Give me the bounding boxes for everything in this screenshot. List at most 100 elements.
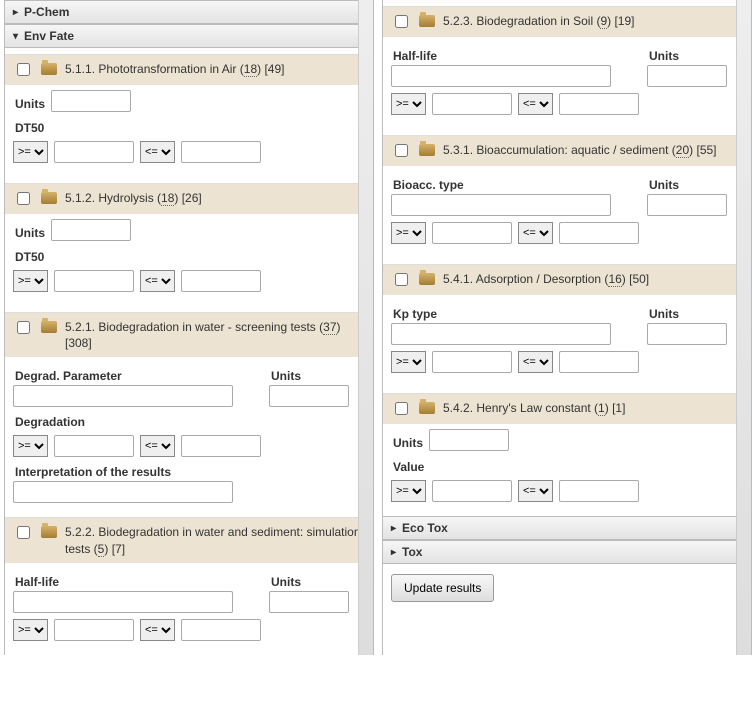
- section-531-link[interactable]: 20: [676, 143, 689, 158]
- s522-units-input[interactable]: [269, 591, 349, 613]
- section-542-link[interactable]: 1: [598, 401, 605, 416]
- s521-interp-input[interactable]: [13, 481, 233, 503]
- section-523-header: 5.2.3. Biodegradation in Soil (9) [19]: [383, 6, 751, 37]
- s541-val1[interactable]: [432, 351, 512, 373]
- s542-op2[interactable]: <=: [518, 480, 553, 502]
- s531-val2[interactable]: [559, 222, 639, 244]
- s541-val2[interactable]: [559, 351, 639, 373]
- section-511-link[interactable]: 18: [244, 62, 257, 77]
- s512-units-input[interactable]: [51, 219, 131, 241]
- s512-dt50-range: >= <=: [13, 270, 365, 292]
- accordion-ecotox[interactable]: Eco Tox: [383, 516, 751, 540]
- accordion-ecotox-label: Eco Tox: [402, 521, 448, 535]
- section-521-header: 5.2.1. Biodegradation in water - screeni…: [5, 312, 373, 357]
- section-531-title: 5.3.1. Bioaccumulation: aquatic / sedime…: [443, 142, 743, 158]
- s531-op1[interactable]: >=: [391, 222, 426, 244]
- s531-units-input[interactable]: [647, 194, 727, 216]
- folder-icon: [41, 526, 57, 538]
- s521-deg-val2[interactable]: [181, 435, 261, 457]
- s523-range: >= <=: [391, 93, 743, 115]
- s541-range: >= <=: [391, 351, 743, 373]
- accordion-tox-label: Tox: [402, 545, 422, 559]
- accordion-pchem[interactable]: P-Chem: [5, 0, 373, 24]
- s522-val1[interactable]: [54, 619, 134, 641]
- s511-dt50-op2[interactable]: <=: [140, 141, 175, 163]
- s521-degparam-input[interactable]: [13, 385, 233, 407]
- section-523-title: 5.2.3. Biodegradation in Soil (9) [19]: [443, 13, 743, 29]
- accordion-envfate[interactable]: Env Fate: [5, 24, 373, 48]
- section-541-link[interactable]: 16: [608, 272, 621, 287]
- label-units: Units: [649, 307, 743, 321]
- section-512-link[interactable]: 18: [161, 191, 174, 206]
- s511-units-input[interactable]: [51, 90, 131, 112]
- s521-deg-val1[interactable]: [54, 435, 134, 457]
- label-dt50: DT50: [15, 250, 365, 264]
- section-521-link[interactable]: 37: [323, 320, 336, 335]
- s512-dt50-op2[interactable]: <=: [140, 270, 175, 292]
- right-panel: 5.2.3. Biodegradation in Soil (9) [19] H…: [382, 0, 752, 655]
- folder-icon: [419, 402, 435, 414]
- s512-dt50-op1[interactable]: >=: [13, 270, 48, 292]
- section-541-checkbox[interactable]: [395, 273, 408, 286]
- s523-op1[interactable]: >=: [391, 93, 426, 115]
- section-521-checkbox[interactable]: [17, 321, 30, 334]
- label-kptype: Kp type: [393, 307, 633, 321]
- s521-units-input[interactable]: [269, 385, 349, 407]
- s522-halflife-input[interactable]: [13, 591, 233, 613]
- section-522-title: 5.2.2. Biodegradation in water and sedim…: [65, 524, 365, 556]
- s542-val2[interactable]: [559, 480, 639, 502]
- label-dt50: DT50: [15, 121, 365, 135]
- s522-range: >= <=: [13, 619, 365, 641]
- label-degradation: Degradation: [15, 415, 365, 429]
- s523-op2[interactable]: <=: [518, 93, 553, 115]
- section-511-checkbox[interactable]: [17, 63, 30, 76]
- s541-units-input[interactable]: [647, 323, 727, 345]
- scrollbar[interactable]: [736, 0, 751, 655]
- accordion-tox[interactable]: Tox: [383, 540, 751, 564]
- s511-dt50-op1[interactable]: >=: [13, 141, 48, 163]
- scrollbar[interactable]: [358, 0, 373, 655]
- section-512-title: 5.1.2. Hydrolysis (18) [26]: [65, 190, 365, 206]
- s542-units-input[interactable]: [429, 429, 509, 451]
- s531-val1[interactable]: [432, 222, 512, 244]
- section-531-checkbox[interactable]: [395, 144, 408, 157]
- section-522-checkbox[interactable]: [17, 526, 30, 539]
- s531-range: >= <=: [391, 222, 743, 244]
- s511-dt50-val1[interactable]: [54, 141, 134, 163]
- s541-op2[interactable]: <=: [518, 351, 553, 373]
- s522-op1[interactable]: >=: [13, 619, 48, 641]
- s512-dt50-val1[interactable]: [54, 270, 134, 292]
- s511-dt50-val2[interactable]: [181, 141, 261, 163]
- section-523-checkbox[interactable]: [395, 15, 408, 28]
- s523-val2[interactable]: [559, 93, 639, 115]
- s523-units-input[interactable]: [647, 65, 727, 87]
- left-panel: P-Chem Env Fate 5.1.1. Phototransformati…: [4, 0, 374, 655]
- s523-halflife-input[interactable]: [391, 65, 611, 87]
- section-521-title: 5.2.1. Biodegradation in water - screeni…: [65, 319, 365, 351]
- s531-bioacc-input[interactable]: [391, 194, 611, 216]
- s523-val1[interactable]: [432, 93, 512, 115]
- accordion-envfate-label: Env Fate: [24, 29, 74, 43]
- s541-op1[interactable]: >=: [391, 351, 426, 373]
- s541-kptype-input[interactable]: [391, 323, 611, 345]
- s522-val2[interactable]: [181, 619, 261, 641]
- s522-op2[interactable]: <=: [140, 619, 175, 641]
- section-541-title: 5.4.1. Adsorption / Desorption (16) [50]: [443, 271, 743, 287]
- s521-deg-op2[interactable]: <=: [140, 435, 175, 457]
- folder-icon: [41, 63, 57, 75]
- s521-deg-op1[interactable]: >=: [13, 435, 48, 457]
- folder-icon: [41, 321, 57, 333]
- label-halflife: Half-life: [393, 49, 633, 63]
- s511-dt50-range: >= <=: [13, 141, 365, 163]
- section-511-title: 5.1.1. Phototransformation in Air (18) […: [65, 61, 365, 77]
- section-512-checkbox[interactable]: [17, 192, 30, 205]
- label-bioacctype: Bioacc. type: [393, 178, 633, 192]
- update-results-button[interactable]: Update results: [391, 574, 494, 602]
- s542-val1[interactable]: [432, 480, 512, 502]
- section-542-checkbox[interactable]: [395, 402, 408, 415]
- label-units: Units: [649, 178, 743, 192]
- s542-op1[interactable]: >=: [391, 480, 426, 502]
- s531-op2[interactable]: <=: [518, 222, 553, 244]
- label-units: Units: [649, 49, 743, 63]
- s512-dt50-val2[interactable]: [181, 270, 261, 292]
